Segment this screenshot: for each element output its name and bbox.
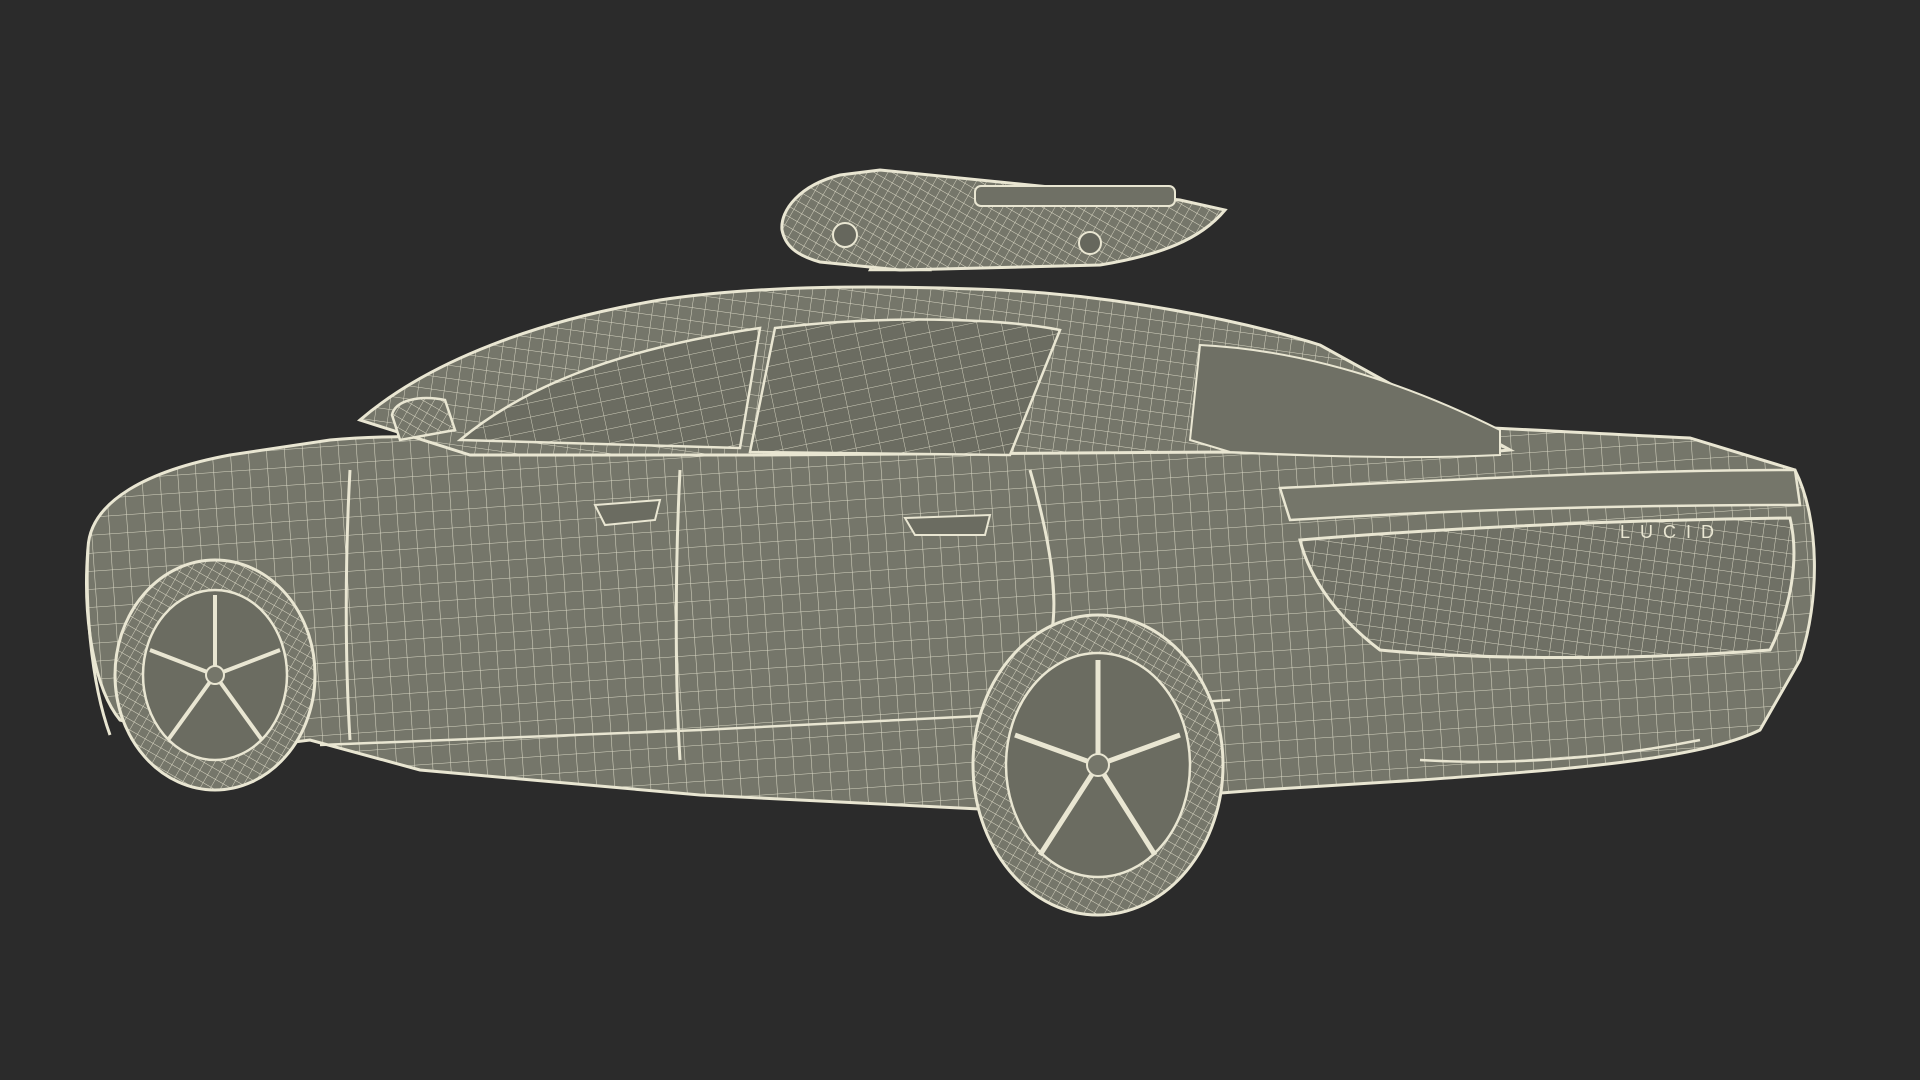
- door-handle-front: [593, 498, 662, 527]
- door-handle-rear: [903, 513, 992, 536]
- sensor-light-bar: [974, 185, 1176, 207]
- render-viewport: LUCID: [0, 0, 1920, 1080]
- sensor-camera-right: [1078, 231, 1102, 255]
- front-wheel: [113, 558, 317, 792]
- car-wireframe-render: LUCID: [85, 168, 1816, 917]
- sensor-camera-left: [832, 222, 858, 248]
- rear-hub: [1086, 753, 1110, 777]
- roof-sensor-pod: [780, 168, 1228, 272]
- rear-badge-text: LUCID: [1620, 522, 1724, 542]
- car-roof: [356, 285, 1516, 459]
- front-hub: [205, 665, 225, 685]
- rear-wheel: [971, 613, 1225, 917]
- front-side-window-mesh: [750, 319, 1060, 455]
